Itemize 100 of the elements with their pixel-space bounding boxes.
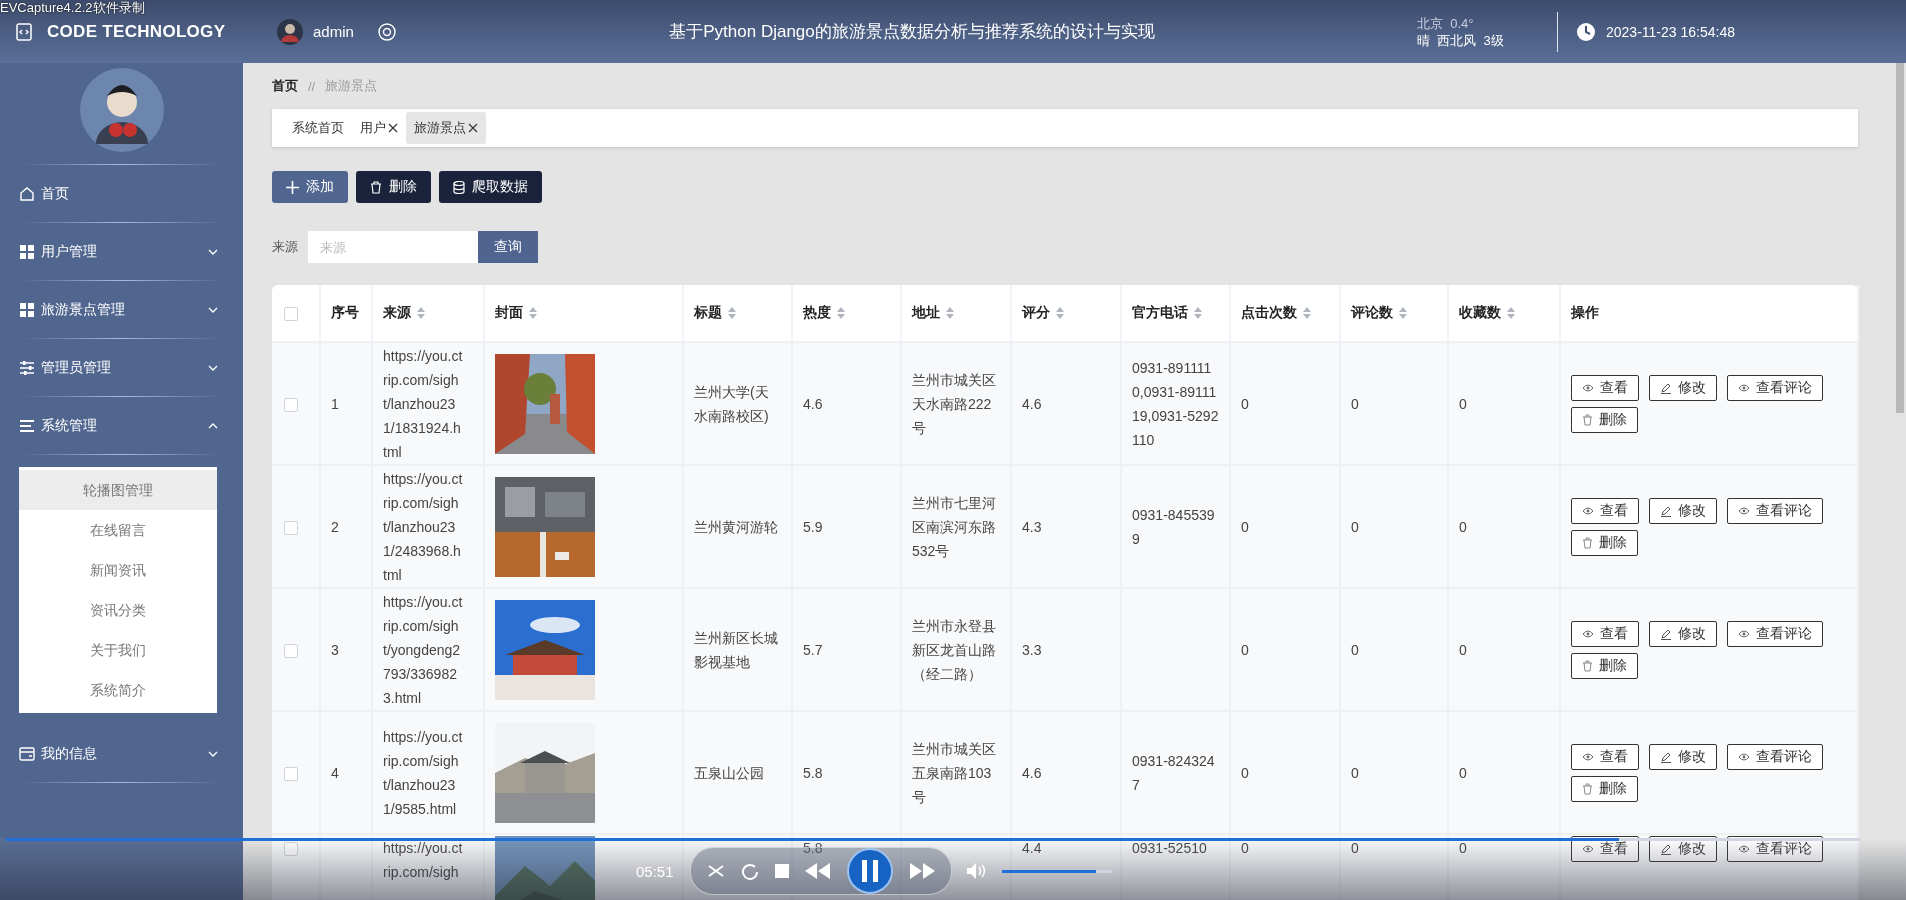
table-cell: 五泉山公园 bbox=[694, 764, 764, 781]
sort-icon[interactable] bbox=[529, 307, 537, 319]
action-button[interactable]: 查看 bbox=[1571, 743, 1639, 770]
repeat-icon[interactable] bbox=[741, 862, 759, 880]
eye-icon bbox=[1582, 752, 1594, 761]
table-cell: https://you.ctrip.com/sight/yongdeng2793/3369823.html bbox=[383, 593, 463, 706]
date-time: 2023-11-23 16:54:48 bbox=[1606, 23, 1735, 40]
checkbox[interactable] bbox=[284, 643, 298, 658]
action-button[interactable]: 查看 bbox=[1571, 620, 1639, 647]
action-button[interactable]: 删除 bbox=[1571, 652, 1638, 679]
table-cell: 3.3 bbox=[1022, 641, 1042, 658]
table-cell: 兰州市城关区五泉南路103号 bbox=[912, 740, 996, 805]
checkbox[interactable] bbox=[284, 520, 298, 535]
column-header: 收藏数 bbox=[1459, 304, 1501, 322]
submenu-item[interactable]: 在线留言 bbox=[19, 510, 217, 550]
eye-icon bbox=[1582, 845, 1594, 853]
sort-icon[interactable] bbox=[946, 307, 954, 319]
close-icon[interactable] bbox=[388, 123, 398, 133]
checkbox[interactable] bbox=[284, 306, 298, 321]
action-button[interactable]: 查看评论 bbox=[1727, 743, 1823, 770]
sidebar-item[interactable]: 用户管理 bbox=[0, 223, 243, 280]
search-field[interactable]: 来源 bbox=[308, 231, 478, 263]
sort-icon[interactable] bbox=[1507, 307, 1515, 319]
table-cell: 0 bbox=[1459, 641, 1467, 658]
crawl-button[interactable]: 爬取数据 bbox=[439, 171, 542, 203]
sidebar-item[interactable]: 管理员管理 bbox=[0, 339, 243, 396]
table-cell: 4.3 bbox=[1022, 518, 1042, 535]
eye-icon bbox=[1582, 506, 1594, 515]
submenu-item[interactable]: 关于我们 bbox=[19, 630, 217, 670]
action-button[interactable]: 查看评论 bbox=[1727, 374, 1823, 401]
column-header: 点击次数 bbox=[1241, 304, 1297, 322]
sidebar-item[interactable]: 系统管理 bbox=[0, 397, 243, 454]
pause-icon[interactable] bbox=[847, 848, 893, 894]
sort-icon[interactable] bbox=[1303, 307, 1311, 319]
table-cell: 0 bbox=[1351, 395, 1359, 412]
table-cell: 0 bbox=[1351, 764, 1359, 781]
action-button[interactable]: 查看评论 bbox=[1727, 497, 1823, 524]
tab[interactable]: 用户 bbox=[352, 112, 406, 144]
checkbox[interactable] bbox=[284, 842, 298, 857]
column-header: 热度 bbox=[803, 304, 831, 322]
submenu-item[interactable]: 资讯分类 bbox=[19, 590, 217, 630]
action-button[interactable]: 修改 bbox=[1649, 374, 1717, 401]
pen-icon bbox=[1660, 381, 1672, 394]
tab[interactable]: 旅游景点 bbox=[406, 112, 486, 144]
table-cell: 0 bbox=[1241, 395, 1249, 412]
card-icon bbox=[19, 745, 35, 762]
database-icon bbox=[453, 180, 465, 194]
table-cell: 兰州新区长城影视基地 bbox=[694, 629, 778, 670]
table-cell: 0931-8243247 bbox=[1132, 752, 1215, 793]
volume-icon[interactable] bbox=[966, 862, 988, 880]
table-cell: 5.9 bbox=[803, 518, 823, 535]
sort-icon[interactable] bbox=[1194, 307, 1202, 319]
table-cell: 兰州黄河游轮 bbox=[694, 518, 778, 535]
pen-icon bbox=[1660, 504, 1672, 517]
scrollbar[interactable] bbox=[1896, 63, 1904, 413]
close-icon[interactable] bbox=[468, 123, 478, 133]
action-button[interactable]: 查看 bbox=[1571, 374, 1639, 401]
sidebar-item[interactable]: 旅游景点管理 bbox=[0, 281, 243, 338]
action-button[interactable]: 查看评论 bbox=[1727, 620, 1823, 647]
action-button[interactable]: 修改 bbox=[1649, 497, 1717, 524]
sort-icon[interactable] bbox=[1399, 307, 1407, 319]
sort-icon[interactable] bbox=[837, 307, 845, 319]
home-icon bbox=[19, 185, 35, 202]
rewind-icon[interactable] bbox=[805, 863, 831, 879]
submenu-item[interactable]: 系统简介 bbox=[19, 670, 217, 710]
eye-icon bbox=[1738, 506, 1750, 515]
submenu-item[interactable]: 新闻资讯 bbox=[19, 550, 217, 590]
eye-icon bbox=[1582, 629, 1594, 638]
sort-icon[interactable] bbox=[417, 307, 425, 319]
search-label: 来源 bbox=[272, 238, 298, 256]
tab[interactable]: 系统首页 bbox=[284, 112, 352, 144]
delete-button[interactable]: 删除 bbox=[356, 171, 431, 203]
table-cell: 4 bbox=[331, 764, 339, 781]
sidebar-item[interactable]: 我的信息 bbox=[0, 725, 243, 782]
add-button[interactable]: 添加 bbox=[272, 171, 348, 203]
breadcrumb-item[interactable]: 首页 bbox=[272, 77, 298, 95]
submenu-item[interactable]: 轮播图管理 bbox=[19, 470, 217, 510]
clock-icon bbox=[1576, 21, 1596, 42]
fast-forward-icon[interactable] bbox=[909, 863, 935, 879]
action-button[interactable]: 查看 bbox=[1571, 497, 1639, 524]
checkbox[interactable] bbox=[284, 397, 298, 412]
checkbox[interactable] bbox=[284, 766, 298, 781]
action-button[interactable]: 删除 bbox=[1571, 775, 1638, 802]
sort-icon[interactable] bbox=[1056, 307, 1064, 319]
action-button[interactable]: 修改 bbox=[1649, 620, 1717, 647]
eye-icon bbox=[1738, 629, 1750, 638]
table-cell: 兰州市城关区天水南路222号 bbox=[912, 371, 996, 436]
trash-icon bbox=[1582, 536, 1593, 549]
search-button[interactable]: 查询 bbox=[478, 231, 538, 263]
weather-desc: 晴 西北风 3级 bbox=[1417, 31, 1505, 49]
action-button[interactable]: 删除 bbox=[1571, 529, 1638, 556]
sidebar-item[interactable]: 首页 bbox=[0, 165, 243, 222]
eye-icon bbox=[1582, 383, 1594, 392]
sort-icon[interactable] bbox=[728, 307, 736, 319]
action-button[interactable]: 删除 bbox=[1571, 406, 1638, 433]
trash-icon bbox=[1582, 413, 1593, 426]
action-button[interactable]: 修改 bbox=[1649, 743, 1717, 770]
settings-icon[interactable] bbox=[375, 20, 398, 43]
list-icon bbox=[19, 417, 35, 434]
column-header: 地址 bbox=[912, 304, 940, 322]
